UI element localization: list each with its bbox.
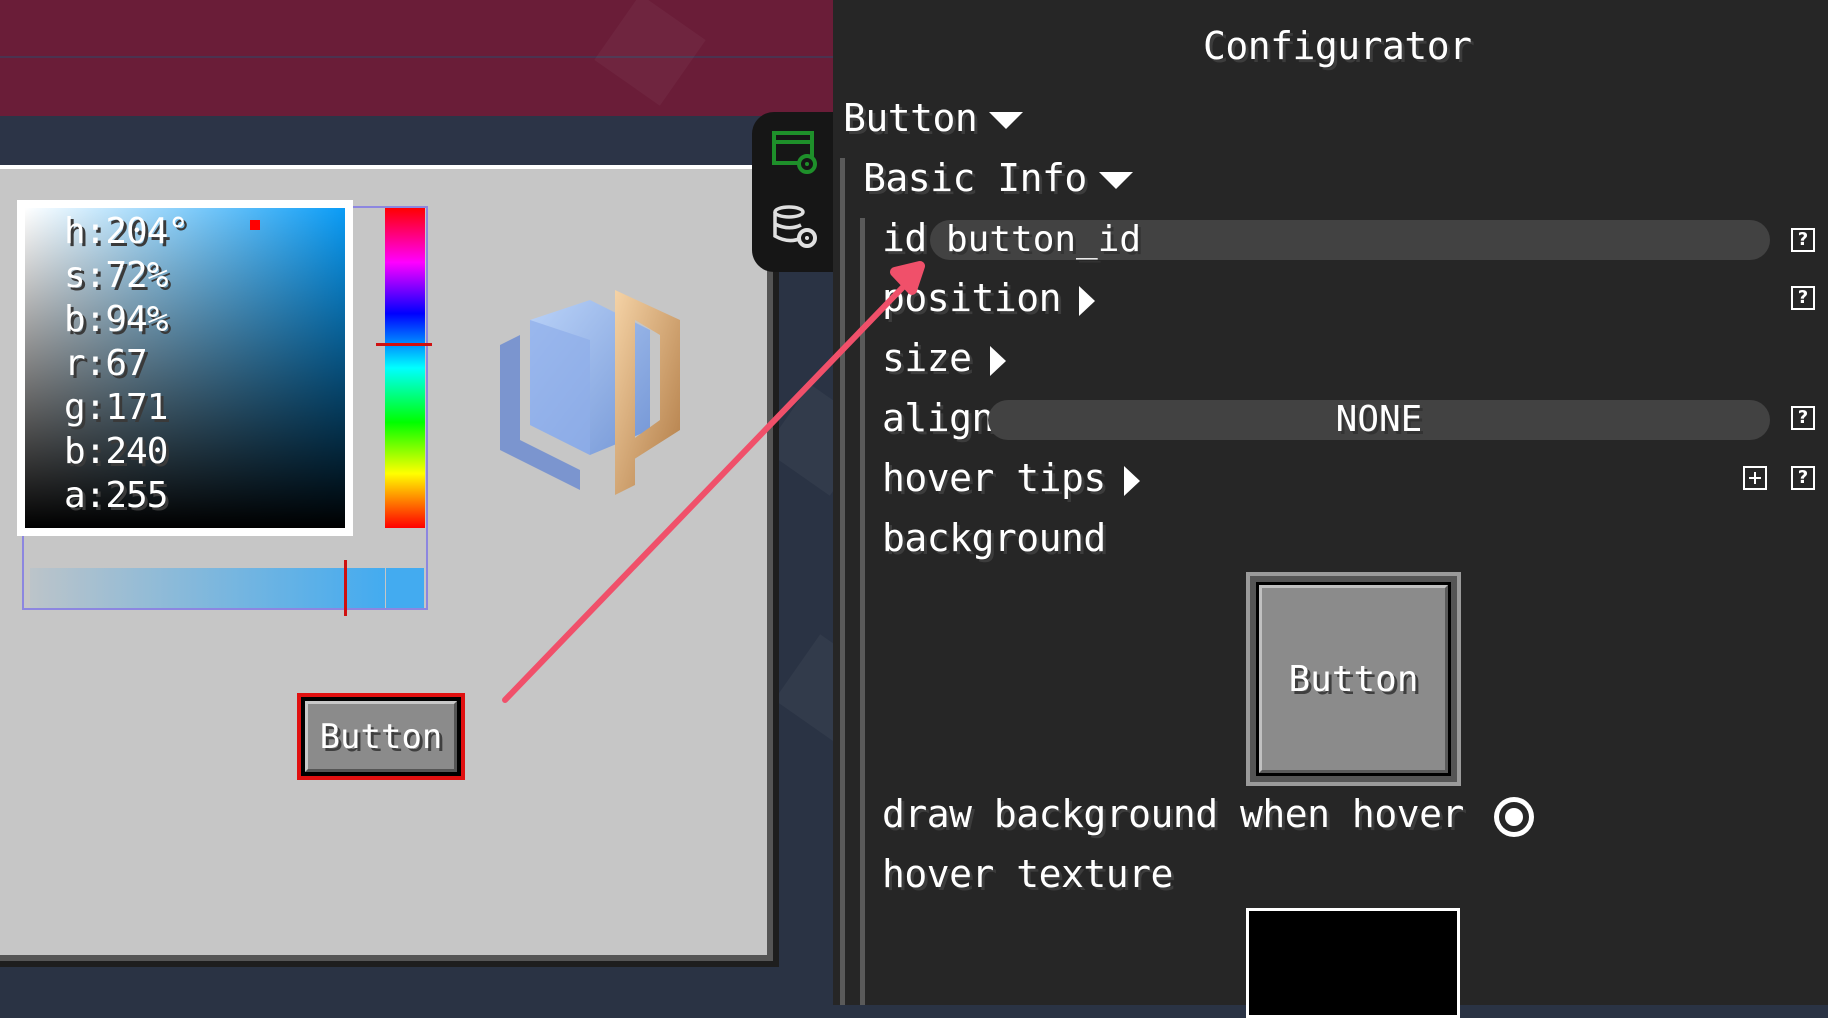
tool-tabs — [752, 112, 834, 272]
expand-down-icon[interactable] — [989, 112, 1024, 129]
help-icon[interactable]: ? — [1791, 466, 1815, 490]
red-readout: r:67 — [64, 343, 148, 384]
alpha-readout: a:255 — [64, 475, 168, 516]
preview-inner: Button — [1256, 582, 1451, 776]
tree-guide-line — [860, 218, 865, 1005]
saturation-readout: s:72% — [64, 255, 168, 296]
hue-slider[interactable] — [385, 208, 425, 528]
hover-tips-label: hover tips — [882, 456, 1106, 500]
background-strip — [0, 116, 833, 165]
tree-root-button[interactable]: Button — [843, 96, 1024, 140]
canvas-button-widget[interactable]: Button — [297, 693, 465, 780]
saturation-brightness-marker[interactable] — [250, 220, 260, 230]
hover-tips-row[interactable]: hover tips — [882, 456, 1140, 500]
database-settings-icon[interactable] — [770, 202, 820, 252]
add-icon[interactable] — [1743, 466, 1767, 490]
tree-guide-line — [840, 158, 845, 1005]
green-readout: g:171 — [64, 387, 168, 428]
hover-texture-label: hover texture — [882, 852, 1173, 896]
id-label: id — [882, 216, 927, 260]
hue-slider-marker[interactable] — [376, 343, 432, 346]
help-icon[interactable]: ? — [1791, 406, 1815, 430]
hover-texture-preview[interactable] — [1246, 908, 1460, 1018]
canvas-button-face: Button — [305, 701, 457, 772]
configurator-title: Configurator — [1203, 24, 1472, 68]
align-label: align — [882, 396, 994, 440]
second-banner — [0, 58, 833, 116]
background-label: background — [882, 516, 1106, 560]
expand-right-icon[interactable] — [1079, 285, 1096, 316]
tree-root-label: Button — [843, 96, 978, 140]
background-texture-preview[interactable]: Button — [1246, 572, 1461, 786]
basic-info-label: Basic Info — [863, 156, 1087, 200]
toggle-dot — [1505, 808, 1523, 826]
draw-background-hover-toggle[interactable] — [1494, 797, 1534, 837]
background-preview-label: Button — [1288, 658, 1419, 700]
blue-readout: b:240 — [64, 431, 168, 472]
help-icon[interactable]: ? — [1791, 228, 1815, 252]
help-icon[interactable]: ? — [1791, 286, 1815, 310]
ldlib-cube-logo-icon — [500, 290, 680, 495]
window-settings-icon[interactable] — [770, 128, 820, 178]
size-label: size — [882, 336, 972, 380]
alpha-slider-marker[interactable] — [344, 560, 347, 616]
basic-info-section[interactable]: Basic Info — [863, 156, 1133, 200]
align-select[interactable]: NONE — [988, 400, 1770, 440]
panel-shadow — [0, 961, 779, 967]
alpha-slider[interactable] — [30, 568, 385, 608]
draw-background-hover-label: draw background when hover — [882, 792, 1464, 836]
top-banner — [0, 0, 833, 58]
color-preview-swatch — [386, 568, 424, 608]
preview-button-face: Button — [1259, 585, 1448, 773]
canvas-button-label: Button — [319, 716, 443, 757]
brightness-readout: b:94% — [64, 299, 168, 340]
id-input[interactable]: button_id — [930, 220, 1770, 260]
size-row[interactable]: size — [882, 336, 1006, 380]
position-row[interactable]: position — [882, 276, 1096, 320]
panel-shadow — [773, 175, 779, 965]
position-label: position — [882, 276, 1062, 320]
expand-right-icon[interactable] — [1123, 465, 1140, 496]
expand-down-icon[interactable] — [1098, 172, 1133, 189]
expand-right-icon[interactable] — [989, 345, 1006, 376]
hue-readout: h:204° — [64, 211, 189, 252]
